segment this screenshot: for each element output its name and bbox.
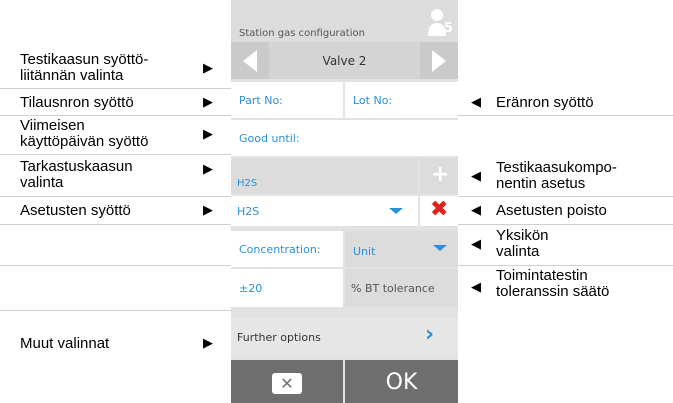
user-icon: 5 <box>427 6 457 38</box>
annotation-delete-settings: Asetusten poisto <box>496 202 607 219</box>
divider <box>458 115 673 116</box>
unit-select-value: Unit <box>353 245 376 258</box>
device-screen: Station gas configuration 5 Valve 2 Part… <box>231 0 458 403</box>
pointer-left-icon: ◀ <box>471 237 481 252</box>
tolerance-unit: % BT tolerance <box>351 282 435 295</box>
pointer-left-icon: ◀ <box>471 203 481 218</box>
concentration-label: Concentration: <box>239 243 321 256</box>
annotation-component-line2: nentin asetus <box>496 175 586 192</box>
lot-no-label: Lot No: <box>353 94 393 107</box>
settings-value: H2S <box>237 205 260 218</box>
annotation-expiry-line2: käyttöpäivän syöttö <box>20 133 149 150</box>
annotation-test-gas-port-line1: Testikaasun syöttö- <box>20 51 149 68</box>
tolerance-unit-box: % BT tolerance <box>345 269 458 307</box>
unit-dropdown[interactable]: Unit <box>345 231 458 267</box>
pointer-left-icon: ◀ <box>471 169 481 184</box>
settings-dropdown[interactable]: H2S <box>231 196 418 226</box>
add-component-button[interactable]: + <box>420 158 458 194</box>
divider <box>0 88 231 89</box>
lot-no-field[interactable]: Lot No: <box>345 82 458 118</box>
divider <box>0 154 231 155</box>
divider <box>458 265 673 266</box>
annotation-settings-entry: Asetusten syöttö <box>20 202 131 219</box>
further-options-label: Further options <box>237 331 321 344</box>
annotation-check-gas-line2: valinta <box>20 174 64 191</box>
divider <box>0 115 231 116</box>
delete-settings-button[interactable]: ✖ <box>420 196 458 226</box>
pointer-right-icon: ▶ <box>203 336 213 351</box>
divider <box>458 196 673 197</box>
chevron-down-icon <box>433 245 447 251</box>
annotation-unit-line1: Yksikön <box>496 227 549 244</box>
annotation-check-gas-line1: Tarkastuskaasun <box>20 158 133 175</box>
cancel-button[interactable]: ✕ <box>231 360 343 403</box>
divider <box>0 196 231 197</box>
further-options-button[interactable]: Further options › <box>231 318 458 356</box>
divider <box>0 224 231 225</box>
tolerance-value: ±20 <box>239 282 263 295</box>
check-gas-value: H2S <box>237 178 258 189</box>
annotation-lot-no: Eränron syöttö <box>496 94 594 111</box>
annotation-other-options: Muut valinnat <box>20 335 110 352</box>
screen-title: Station gas configuration <box>239 28 365 39</box>
arrow-right-icon <box>432 50 446 72</box>
pointer-left-icon: ◀ <box>471 95 481 110</box>
chevron-down-icon <box>389 208 403 214</box>
tolerance-field[interactable]: ±20 <box>231 269 343 307</box>
pointer-right-icon: ▶ <box>203 61 213 76</box>
chevron-right-icon: › <box>425 322 435 347</box>
divider <box>0 310 231 311</box>
divider <box>458 224 673 225</box>
part-no-field[interactable]: Part No: <box>231 82 343 118</box>
ok-label: OK <box>385 370 418 395</box>
good-until-field[interactable]: Good until: <box>231 120 458 156</box>
part-no-label: Part No: <box>239 94 283 107</box>
annotation-tolerance-line1: Toimintatestin <box>496 267 588 284</box>
divider <box>0 265 231 266</box>
annotation-unit-line2: valinta <box>496 243 540 260</box>
annotation-tolerance-line2: toleranssin säätö <box>496 283 610 300</box>
user-badge: 5 <box>444 21 454 36</box>
concentration-field[interactable]: Concentration: <box>231 231 343 267</box>
good-until-label: Good until: <box>239 132 300 145</box>
pointer-right-icon: ▶ <box>203 95 213 110</box>
ok-button[interactable]: OK <box>345 360 458 403</box>
plus-icon: + <box>431 162 450 187</box>
annotation-test-gas-port-line2: liitännän valinta <box>20 67 124 84</box>
pointer-left-icon: ◀ <box>471 280 481 295</box>
next-valve-button[interactable] <box>420 42 458 79</box>
annotation-component-line1: Testikaasukompo- <box>496 159 617 176</box>
annotation-order-no: Tilausnron syöttö <box>20 94 134 111</box>
delete-x-icon: ✖ <box>430 197 449 222</box>
pointer-right-icon: ▶ <box>203 162 213 177</box>
pointer-right-icon: ▶ <box>203 203 213 218</box>
x-icon: ✕ <box>272 373 302 394</box>
pointer-right-icon: ▶ <box>203 127 213 142</box>
check-gas-selector[interactable]: H2S <box>231 158 418 194</box>
annotation-expiry-line1: Viimeisen <box>20 117 85 134</box>
